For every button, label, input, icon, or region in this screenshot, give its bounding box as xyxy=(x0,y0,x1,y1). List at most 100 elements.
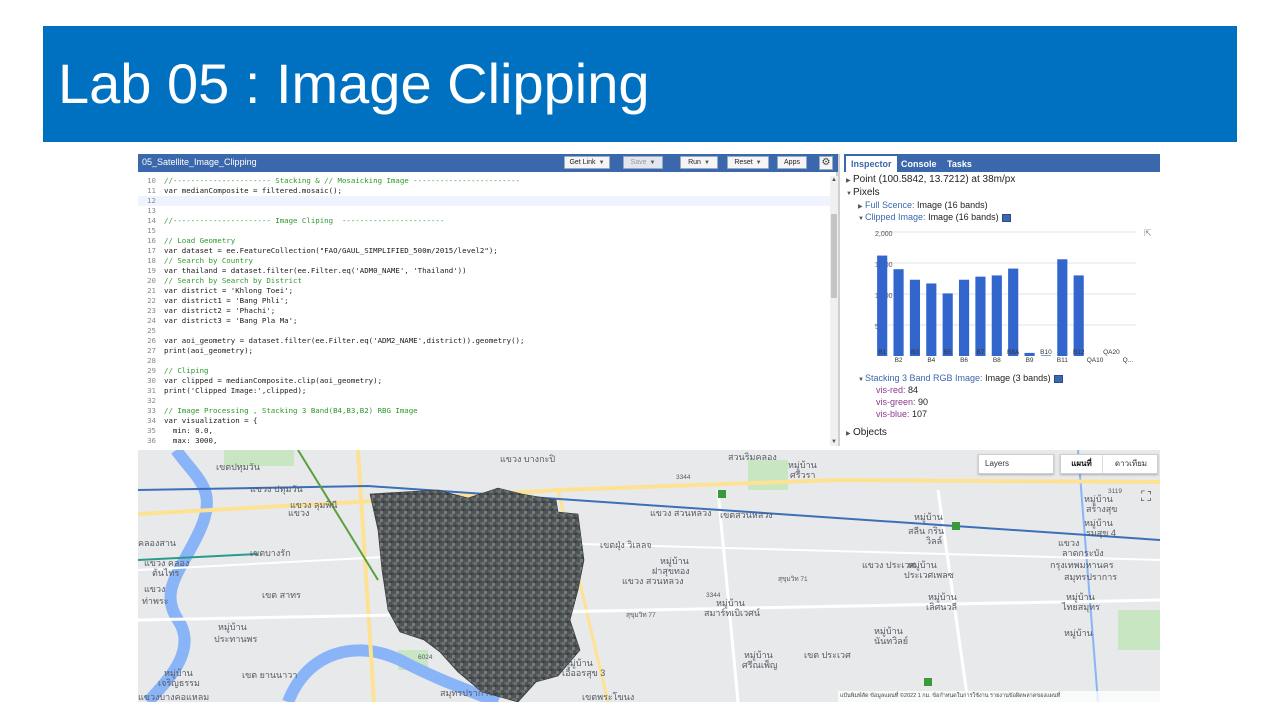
layers-button[interactable]: Layers xyxy=(978,454,1054,474)
map-place-label: เอื้ออรสุข 3 xyxy=(562,668,606,678)
code-line[interactable]: 34 var visualization = { xyxy=(138,416,830,426)
map-place-label: สมุทรปราการ xyxy=(1064,572,1118,582)
code-line[interactable]: 14 //---------------------- Image Cliping… xyxy=(138,216,830,226)
line-number: 27 xyxy=(147,346,156,355)
reset-button[interactable]: Reset ▼ xyxy=(727,156,769,169)
run-button[interactable]: Run ▼ xyxy=(680,156,718,169)
pixels-row[interactable]: ▼Pixels xyxy=(846,187,880,198)
chart-bar[interactable] xyxy=(1073,275,1084,356)
code-line[interactable]: 12 xyxy=(138,196,830,206)
expand-down-icon: ▼ xyxy=(858,216,864,222)
chart-bar[interactable] xyxy=(958,279,970,356)
fullscreen-icon[interactable]: ⛶ xyxy=(1136,486,1156,506)
expand-down-icon: ▼ xyxy=(858,377,864,383)
code-line[interactable]: 11 var medianComposite = filtered.mosaic(… xyxy=(138,186,830,196)
code-line[interactable]: 15 xyxy=(138,226,830,236)
code-line[interactable]: 28 xyxy=(138,356,830,366)
map-place-label: ศรีวรา xyxy=(790,470,816,480)
chart-bar[interactable] xyxy=(1008,268,1019,356)
code-area[interactable]: 10 //---------------------- Stacking & //… xyxy=(138,176,830,446)
map-place-label: ลาดกระบัง xyxy=(1062,548,1104,558)
map-view[interactable]: เขตปทุมวัน แขวง ปทุมวัน แขวง บางกะปิ แขวง ล… xyxy=(138,450,1160,702)
chart-bar[interactable] xyxy=(909,279,921,356)
code-line[interactable]: 32 xyxy=(138,396,830,406)
gear-icon[interactable]: ⚙ xyxy=(819,156,833,170)
inspector-panel: Inspector Console Tasks ▶ Point (100.5842… xyxy=(844,154,1160,446)
scroll-down-icon[interactable]: ▼ xyxy=(830,438,838,446)
map-place-label: สลีน กริน xyxy=(908,526,945,536)
code-line[interactable]: 16 // Load Geometry xyxy=(138,236,830,246)
code-line[interactable]: 19 var thailand = dataset.filter(ee.Filte… xyxy=(138,266,830,276)
line-number: 10 xyxy=(147,176,156,185)
scroll-up-icon[interactable]: ▲ xyxy=(830,176,838,184)
chart-bar[interactable] xyxy=(926,283,937,356)
code-line[interactable]: 25 xyxy=(138,326,830,336)
code-line[interactable]: 31 print('Clipped Image:',clipped); xyxy=(138,386,830,396)
editor-scrollbar[interactable]: ▲ ▼ xyxy=(830,176,838,446)
chart-bar[interactable] xyxy=(877,255,888,356)
code-line[interactable]: 10 //---------------------- Stacking & //… xyxy=(138,176,830,186)
chart-icon[interactable] xyxy=(1053,374,1063,383)
code-text: var district3 = 'Bang Pla Ma'; xyxy=(164,316,298,325)
point-row[interactable]: ▶ Point (100.5842, 13.7212) at 38m/px xyxy=(846,174,1015,185)
code-line[interactable]: 35 min: 0.0, xyxy=(138,426,830,436)
expand-right-icon: ▶ xyxy=(846,178,851,184)
slide-title: Lab 05 : Image Clipping xyxy=(58,52,650,115)
map-type-satellite-button[interactable]: ดาวเทียม xyxy=(1105,455,1157,473)
chart-bar[interactable] xyxy=(893,269,904,356)
save-button[interactable]: Save ▼ xyxy=(623,156,663,169)
map-place-label: เขต สาทร xyxy=(262,590,301,600)
chart-bar[interactable] xyxy=(1057,259,1068,356)
full-scene-row[interactable]: ▶ Full Scence: Image (16 bands) xyxy=(858,200,988,210)
code-text: //---------------------- Stacking & // M… xyxy=(164,176,520,185)
code-line[interactable]: 29 // Cliping xyxy=(138,366,830,376)
map-type-map-button[interactable]: แผนที่ xyxy=(1061,455,1103,473)
open-in-new-icon[interactable]: ⇱ xyxy=(1144,228,1152,238)
chart-icon[interactable] xyxy=(1001,213,1011,222)
code-line[interactable]: 20 // Search by Search by District xyxy=(138,276,830,286)
chart-bar[interactable] xyxy=(942,293,953,356)
code-line[interactable]: 17 var dataset = ee.FeatureCollection("FA… xyxy=(138,246,830,256)
tab-console[interactable]: Console xyxy=(896,156,942,172)
tab-inspector[interactable]: Inspector xyxy=(846,156,897,172)
map-place-label: เลิศนวลี xyxy=(926,602,958,612)
code-line[interactable]: 21 var district = 'Khlong Toei'; xyxy=(138,286,830,296)
slide: Lab 05 : Image Clipping 05_Satellite_Ima… xyxy=(0,0,1280,720)
vis-blue-value: 107 xyxy=(912,409,928,419)
chart-bar[interactable] xyxy=(991,275,1002,356)
chart-bar[interactable] xyxy=(1024,352,1035,356)
script-name[interactable]: 05_Satellite_Image_Clipping xyxy=(142,157,257,167)
map-place-label: เขตบางรัก xyxy=(250,548,291,558)
code-line[interactable]: 33 // Image Processing , Stacking 3 Band(… xyxy=(138,406,830,416)
tab-tasks[interactable]: Tasks xyxy=(942,156,977,172)
code-line[interactable]: 36 max: 3000, xyxy=(138,436,830,446)
code-line[interactable]: 24 var district3 = 'Bang Pla Ma'; xyxy=(138,316,830,326)
map-place-label: ต้นไทร xyxy=(152,568,180,578)
code-line[interactable]: 13 xyxy=(138,206,830,216)
code-line[interactable]: 27 print(aoi_geometry); xyxy=(138,346,830,356)
stacking-row[interactable]: ▼Stacking 3 Band RGB Image: Image (3 ban… xyxy=(858,373,1063,383)
map-place-label: ฝาสุขทอง xyxy=(652,566,690,576)
clipped-image-row[interactable]: ▼Clipped Image: Image (16 bands) xyxy=(858,212,1011,222)
vis-blue-label: vis-blue: xyxy=(876,409,910,419)
code-line[interactable]: 23 var district2 = 'Phachi'; xyxy=(138,306,830,316)
code-line[interactable]: 30 var clipped = medianComposite.clip(aoi… xyxy=(138,376,830,386)
chart-category-label: QA20 xyxy=(1103,349,1120,356)
code-text: var clipped = medianComposite.clip(aoi_g… xyxy=(164,376,383,385)
map-place-label: หมู่บ้าน xyxy=(716,598,745,608)
code-line[interactable]: 26 var aoi_geometry = dataset.filter(ee.F… xyxy=(138,336,830,346)
panel-tabs: Inspector Console Tasks xyxy=(844,154,1160,172)
map-place-label: หมู่บ้าน xyxy=(788,460,817,470)
map-attribution[interactable]: แป้นพิมพ์ลัด ข้อมูลแผนที่ ©2022 1 กม. ข้… xyxy=(838,691,1160,702)
chart-bar[interactable] xyxy=(975,276,986,356)
objects-row[interactable]: ▶ Objects xyxy=(846,427,887,438)
route-shield-icon xyxy=(718,490,726,498)
scrollbar-thumb[interactable] xyxy=(831,214,837,298)
code-line[interactable]: 18 // Search by Country xyxy=(138,256,830,266)
code-text: var aoi_geometry = dataset.filter(ee.Fil… xyxy=(164,336,525,345)
code-line[interactable]: 22 var district1 = 'Bang Phli'; xyxy=(138,296,830,306)
get-link-button[interactable]: Get Link ▼ xyxy=(564,156,610,169)
apps-button[interactable]: Apps xyxy=(777,156,807,169)
chart-category-label: B5 xyxy=(944,349,952,356)
earth-engine-screenshot: 05_Satellite_Image_Clipping Get Link ▼ Sa… xyxy=(138,154,1160,702)
